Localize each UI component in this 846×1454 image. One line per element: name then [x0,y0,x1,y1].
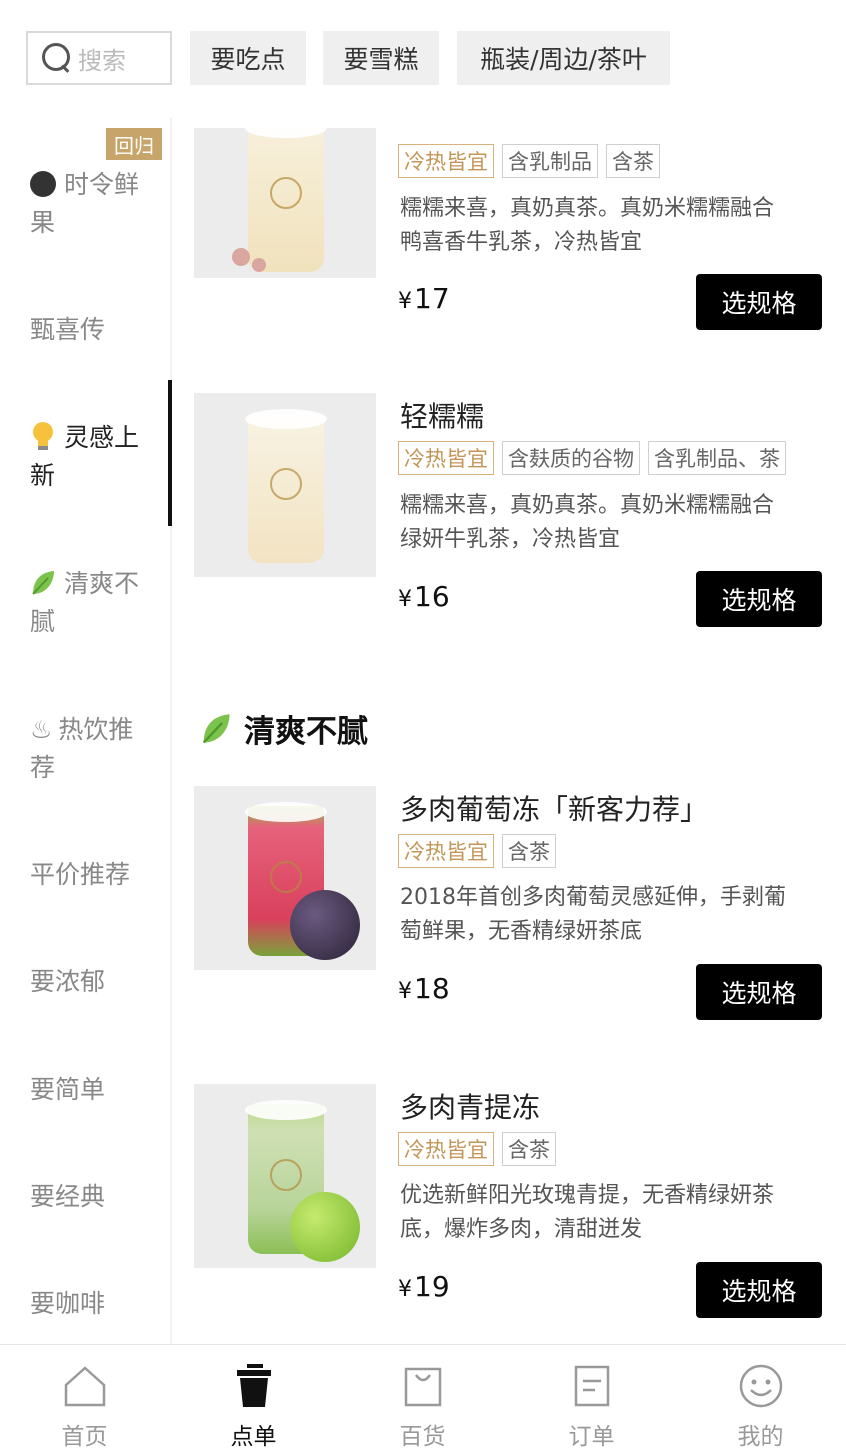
select-spec-button[interactable]: 选规格 [696,1262,822,1318]
bottom-tab-bar: 首页 点单 百货 订单 我的 [0,1344,846,1454]
product-tags: 冷热皆宜 含乳制品 含茶 [398,144,660,178]
grapes [290,890,360,960]
tab-profile[interactable]: 我的 [676,1345,845,1454]
select-spec-button[interactable]: 选规格 [696,571,822,627]
leaf-icon [202,713,230,743]
drink-cup [245,409,327,563]
tab-orders[interactable]: 订单 [507,1345,676,1454]
product-tags: 冷热皆宜 含茶 [398,1132,556,1166]
product-tags: 冷热皆宜 含茶 [398,834,556,868]
product-image [194,786,376,970]
tag: 含茶 [606,144,660,178]
drink-cup [245,128,327,272]
product-price: ¥19 [398,1270,450,1303]
sidebar-item-classic[interactable]: 要经典 [30,1178,160,1216]
product-description: 糯糯来喜，真奶真茶。真奶米糯糯融合 绿妍牛乳茶，冷热皆宜 [400,493,775,552]
sidebar-item-seasonal-fruit[interactable]: 时令鲜 果 [30,166,160,242]
product-description: 糯糯来喜，真奶真茶。真奶米糯糯融合 鸭喜香牛乳茶，冷热皆宜 [400,196,775,255]
tag: 含茶 [502,834,556,868]
product-card[interactable]: 多肉葡萄冻「新客力荐」 冷热皆宜 含茶 2018年首创多肉葡萄灵感延伸，手剥葡萄… [172,786,846,1046]
tag: 冷热皆宜 [398,441,494,475]
tab-order[interactable]: 点单 [169,1345,338,1454]
product-card[interactable]: 冷热皆宜 含乳制品 含茶 糯糯来喜，真奶真茶。真奶米糯糯融合 鸭喜香牛乳茶，冷热皆… [172,118,846,378]
shopping-bag-icon [404,1367,441,1407]
product-name: 多肉青提冻 [400,1091,541,1124]
filter-chip-icecream[interactable]: 要雪糕 [323,31,439,85]
tag: 冷热皆宜 [398,144,494,178]
product-card[interactable]: 轻糯糯 冷热皆宜 含麸质的谷物 含乳制品、茶 糯糯来喜，真奶真茶。真奶米糯糯融合… [172,393,846,653]
tag: 冷热皆宜 [398,1132,494,1166]
product-image [194,128,376,278]
tab-home[interactable]: 首页 [0,1345,169,1454]
tag: 含乳制品、茶 [648,441,786,475]
tag: 含麸质的谷物 [502,441,640,475]
tab-goods[interactable]: 百货 [338,1345,507,1454]
return-badge: 回归 [106,128,162,160]
section-title: 清爽不腻 [244,714,368,750]
search-icon [42,43,72,73]
filter-chip-bottled[interactable]: 瓶装/周边/茶叶 [457,31,670,85]
product-description: 优选新鲜阳光玫瑰青提，无香精绿妍茶 底，爆炸多肉，清甜迸发 [400,1183,775,1242]
cup-icon [236,1364,271,1407]
section-header: 清爽不腻 [200,706,368,751]
product-price: ¥16 [398,580,450,613]
sidebar-item-simple[interactable]: 要简单 [30,1071,160,1109]
sidebar-item-hot-drinks[interactable]: ♨ 热饮推 荐 [30,711,160,787]
product-list: 冷热皆宜 含乳制品 含茶 糯糯来喜，真奶真茶。真奶米糯糯融合 鸭喜香牛乳茶，冷热皆… [172,118,846,1344]
product-tags: 冷热皆宜 含麸质的谷物 含乳制品、茶 [398,441,786,475]
black-dot-icon [30,171,56,197]
home-icon [64,1366,105,1407]
lightbulb-icon [33,422,53,450]
sidebar-item-zhenxizhuan[interactable]: 甄喜传 [30,311,160,349]
product-card[interactable]: 多肉青提冻 冷热皆宜 含茶 优选新鲜阳光玫瑰青提，无香精绿妍茶 底，爆炸多肉，清甜… [172,1084,846,1344]
sidebar-item-affordable[interactable]: 平价推荐 [30,856,160,894]
top-filter-bar: 搜索 要吃点 要雪糕 瓶装/周边/茶叶 [0,0,846,118]
product-image [194,1084,376,1268]
select-spec-button[interactable]: 选规格 [696,964,822,1020]
select-spec-button[interactable]: 选规格 [696,274,822,330]
sidebar-item-refreshing[interactable]: 清爽不 腻 [30,565,160,641]
smiley-icon [739,1364,782,1408]
tag: 含乳制品 [502,144,598,178]
order-list-icon [574,1365,609,1407]
hot-steam-icon: ♨ [30,715,53,744]
search-placeholder: 搜索 [78,46,126,75]
product-price: ¥18 [398,972,450,1005]
sidebar-item-new-arrivals[interactable]: 灵感上 新 [30,419,160,495]
product-description: 2018年首创多肉葡萄灵感延伸，手剥葡 萄鲜果，无香精绿妍茶底 [400,885,786,944]
sidebar-item-coffee[interactable]: 要咖啡 [30,1285,160,1323]
sidebar-item-rich[interactable]: 要浓郁 [30,963,160,1001]
filter-chip-snacks[interactable]: 要吃点 [190,31,306,85]
product-price: ¥17 [398,282,450,315]
product-name: 多肉葡萄冻「新客力荐」 [400,793,709,826]
leaf-icon [32,571,54,595]
tag: 冷热皆宜 [398,834,494,868]
grapes [290,1192,360,1262]
product-name: 轻糯糯 [400,400,485,433]
search-input[interactable]: 搜索 [26,31,172,85]
product-image [194,393,376,577]
tag: 含茶 [502,1132,556,1166]
